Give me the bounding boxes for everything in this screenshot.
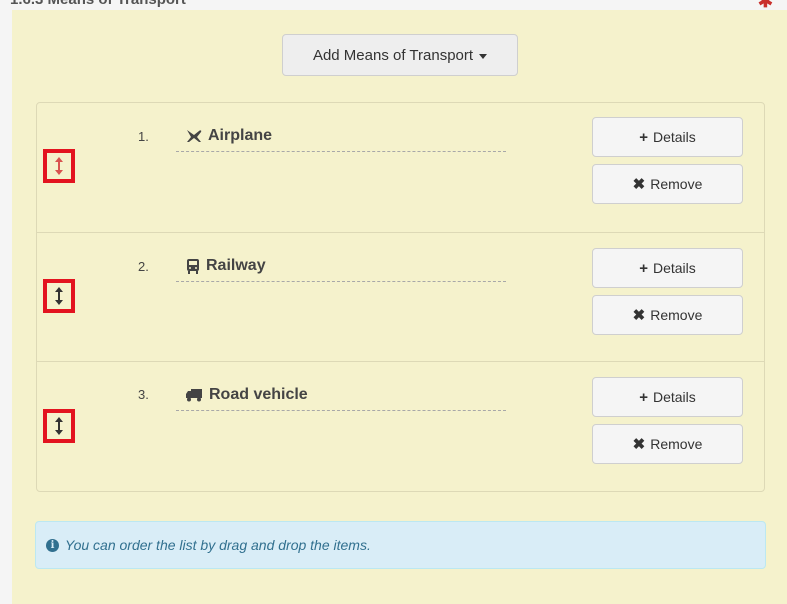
airplane-icon (187, 130, 202, 142)
close-icon: ✖ (632, 436, 646, 453)
details-label: Details (652, 389, 696, 405)
add-means-of-transport-button[interactable]: Add Means of Transport (282, 34, 518, 76)
item-number: 1. (138, 129, 149, 144)
item-label: Railway (206, 257, 266, 274)
drag-handle[interactable] (43, 149, 75, 183)
plus-icon: + (639, 128, 648, 146)
arrows-vertical-icon (55, 417, 63, 435)
details-label: Details (652, 260, 696, 276)
item-name: Road vehicle (186, 386, 308, 404)
arrows-vertical-icon (55, 157, 63, 175)
item-name: Airplane (186, 127, 272, 145)
means-of-transport-panel: Add Means of Transport 1. Airplane + Det… (12, 10, 787, 604)
item-number: 2. (138, 259, 149, 274)
details-button[interactable]: + Details (592, 117, 743, 157)
caret-down-icon (479, 53, 488, 59)
panel-header: 1.6.3 Means of Transport ✱ (0, 0, 787, 10)
remove-button[interactable]: ✖ Remove (592, 164, 743, 204)
plus-icon: + (639, 259, 648, 277)
item-name: Railway (186, 257, 266, 275)
list-item[interactable]: 1. Airplane + Details ✖ Remove (37, 103, 764, 232)
remove-label: Remove (650, 307, 703, 323)
item-name-field[interactable]: Railway (176, 257, 506, 282)
arrows-vertical-icon (55, 287, 63, 305)
plus-icon: + (639, 388, 648, 406)
remove-button[interactable]: ✖ Remove (592, 424, 743, 464)
transport-list: 1. Airplane + Details ✖ Remove 2. Railwa… (36, 102, 765, 492)
drag-handle[interactable] (43, 409, 75, 443)
info-alert: i You can order the list by drag and dro… (35, 521, 766, 569)
list-item[interactable]: 3. Road vehicle + Details ✖ Remove (37, 361, 764, 490)
item-label: Road vehicle (209, 386, 308, 403)
item-name-field[interactable]: Airplane (176, 127, 506, 152)
item-name-field[interactable]: Road vehicle (176, 386, 506, 411)
truck-icon (186, 389, 202, 402)
section-title: 1.6.3 Means of Transport (10, 0, 186, 8)
add-button-label: Add Means of Transport (312, 46, 474, 64)
required-icon: ✱ (757, 0, 773, 10)
item-label: Airplane (208, 127, 273, 144)
details-button[interactable]: + Details (592, 377, 743, 417)
details-label: Details (652, 129, 696, 145)
bus-icon (187, 258, 199, 274)
info-icon: i (46, 538, 59, 552)
item-number: 3. (138, 387, 149, 402)
details-button[interactable]: + Details (592, 248, 743, 288)
info-text: You can order the list by drag and drop … (65, 537, 371, 553)
drag-handle[interactable] (43, 279, 75, 313)
close-icon: ✖ (632, 176, 646, 193)
remove-label: Remove (650, 176, 703, 192)
remove-button[interactable]: ✖ Remove (592, 295, 743, 335)
remove-label: Remove (650, 436, 703, 452)
list-item[interactable]: 2. Railway + Details ✖ Remove (37, 232, 764, 361)
close-icon: ✖ (632, 307, 646, 324)
